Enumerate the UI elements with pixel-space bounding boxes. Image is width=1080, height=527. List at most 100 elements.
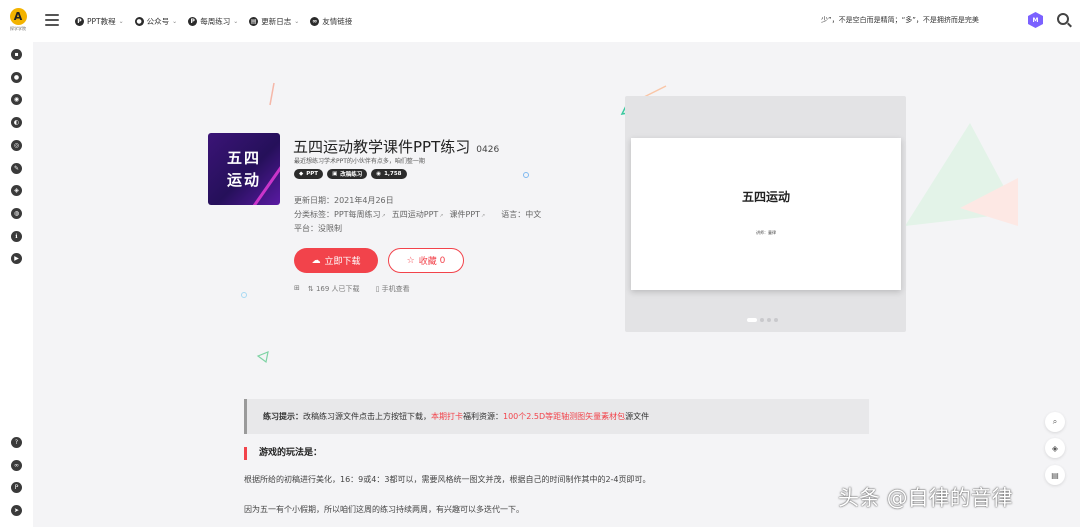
category-link-0[interactable]: PPT每周练习↗	[334, 210, 386, 219]
search-float-icon[interactable]: ⌕	[1045, 412, 1065, 432]
badge-0[interactable]: ◆ PPT	[294, 169, 324, 179]
product-cover[interactable]: 五四 运动	[208, 133, 280, 205]
slide-title: 五四运动	[741, 190, 790, 204]
tip-resource-link[interactable]: 100个2.5D等距轴测图矢量素材包	[503, 411, 625, 422]
badge-icon: ◆	[299, 171, 304, 177]
category-link-1[interactable]: 五四运动PPT↗	[392, 210, 444, 219]
mobile-view-text: 手机查看	[381, 285, 410, 293]
badge-icon: ◉	[376, 171, 382, 177]
external-link-icon: ↗	[439, 213, 444, 219]
user-icon[interactable]: ●	[11, 71, 22, 83]
tip-mid: 福利资源：	[463, 412, 503, 421]
tip-checkin-link[interactable]: 本期打卡	[431, 411, 463, 422]
product-number: 0426	[476, 145, 500, 155]
badge-icon: ▣	[332, 171, 338, 177]
nav-item-4[interactable]: ∞ 友情链接	[310, 16, 352, 27]
section-heading: 游戏的玩法是：	[244, 447, 322, 460]
category-label: 分类标签：	[294, 210, 334, 219]
download-label: 立即下载	[324, 257, 361, 267]
category-text: 五四运动PPT	[391, 210, 439, 219]
main-nav: P PPT教程 ⌄ ● 公众号 ⌄ P 每周练习 ⌄ ▤ 更新日志 ⌄ ∞ 友情链接	[75, 0, 363, 42]
user-hex-icon[interactable]: M	[1028, 12, 1043, 28]
cover-line-1: 五四	[226, 149, 261, 167]
palette-icon[interactable]: ◍	[11, 207, 22, 219]
practice-icon: P	[188, 16, 198, 26]
carousel-dot[interactable]	[760, 318, 764, 322]
site-logo[interactable]: A 探学学院	[8, 8, 28, 36]
download-count-text: 169 人已下载	[315, 285, 360, 293]
search-icon[interactable]	[1057, 13, 1069, 25]
update-date: 2021年4月26日	[334, 196, 394, 205]
category-text: 课件PPT	[449, 210, 481, 219]
compass-icon[interactable]: ◉	[11, 94, 22, 106]
cover-line-2: 运动	[226, 171, 261, 189]
badge-label: PPT	[306, 171, 319, 177]
wechat-icon: ●	[134, 16, 144, 26]
platform-label: 平台：	[294, 224, 318, 233]
platform-row: 平台：没限制	[294, 223, 342, 234]
carousel-dot[interactable]	[747, 318, 757, 322]
globe-icon[interactable]: ◐	[11, 117, 22, 129]
nav-item-2[interactable]: P 每周练习 ⌄	[188, 16, 238, 27]
nav-label: 每周练习	[200, 16, 231, 26]
chevron-down-icon: ⌄	[118, 17, 124, 25]
star-icon: ☆	[406, 255, 415, 266]
external-link-icon: ↗	[481, 213, 486, 219]
list-icon[interactable]: ▤	[1045, 465, 1065, 485]
nav-label: 公众号	[146, 16, 170, 26]
deco-dot	[523, 172, 529, 178]
chevron-down-icon: ⌄	[233, 17, 239, 25]
badge-1[interactable]: ▣ 改稿练习	[327, 169, 368, 179]
platform-value: 没限制	[318, 224, 342, 233]
left-sidebar: ▪ ● ◉ ◐ ◎ ✎ ◈ ◍ ℹ ▶? ∞ P ➤	[0, 42, 33, 527]
badge-2[interactable]: ◉ 1,758	[371, 169, 407, 179]
language-value: 中文	[525, 210, 542, 219]
deco-small-triangle	[256, 351, 269, 364]
category-link-2[interactable]: 课件PPT↗	[450, 210, 486, 219]
nav-item-3[interactable]: ▤ 更新日志 ⌄	[249, 16, 299, 27]
link-icon: ∞	[310, 16, 320, 26]
logo-mark: A	[9, 8, 27, 25]
product-title-row: 五四运动教学课件PPT练习 0426	[293, 136, 499, 157]
record-icon[interactable]: ◎	[11, 139, 22, 151]
product-title: 五四运动教学课件PPT练习	[293, 138, 471, 156]
tip-prefix: 练习提示：	[263, 412, 303, 421]
language-label: 语言：	[501, 210, 526, 219]
menu-icon[interactable]	[45, 14, 59, 26]
wrench-icon[interactable]: ✎	[11, 162, 22, 174]
nav-label: 友情链接	[322, 16, 353, 26]
preview-carousel[interactable]: 五四运动 讲师：童律	[625, 96, 906, 332]
info-icon[interactable]: ℹ	[11, 230, 22, 242]
share-icon[interactable]: ⊞	[294, 284, 300, 294]
product-stats: ⊞ ⇅ 169 人已下载 ▯ 手机查看	[294, 284, 426, 294]
nav-item-0[interactable]: P PPT教程 ⌄	[75, 16, 124, 27]
nav-label: PPT教程	[87, 16, 116, 26]
tip-text: 改稿练习源文件点击上方按钮下载，	[303, 412, 431, 421]
carousel-dot[interactable]	[774, 318, 778, 322]
top-bar: A 探学学院 P PPT教程 ⌄ ● 公众号 ⌄ P 每周练习 ⌄ ▤ 更新日志 ⌄ ∞ 友情链接 少”，…	[0, 0, 1080, 42]
p-icon[interactable]: P	[11, 482, 22, 493]
chevron-down-icon: ⌄	[172, 17, 178, 25]
mobile-view[interactable]: ▯ 手机查看	[376, 284, 418, 294]
video-icon[interactable]: ▶	[11, 253, 22, 265]
tag-icon[interactable]: ◈	[1045, 438, 1065, 458]
send-icon[interactable]: ➤	[11, 504, 22, 516]
log-icon: ▤	[249, 16, 259, 26]
external-link-icon: ↗	[381, 213, 386, 219]
nav-item-1[interactable]: ● 公众号 ⌄	[134, 16, 178, 27]
carousel-dot[interactable]	[767, 318, 771, 322]
product-badges: ◆ PPT ▣ 改稿练习 ◉ 1,758	[294, 169, 411, 179]
chevron-down-icon: ⌄	[294, 17, 300, 25]
help-icon[interactable]: ?	[11, 437, 22, 448]
link-icon[interactable]: ∞	[11, 459, 22, 471]
shield-icon[interactable]: ◈	[11, 185, 22, 197]
paragraph-1: 根据所给的初稿进行美化，16：9或4：3都可以，需要风格统一图文并茂，根据自己的…	[244, 475, 651, 484]
practice-tip: 练习提示： 改稿练习源文件点击上方按钮下载， 本期打卡 福利资源： 100个2.…	[244, 399, 869, 434]
chat-icon[interactable]: ▪	[11, 49, 22, 60]
favorite-count: 0	[439, 255, 446, 266]
deco-big-triangle	[905, 123, 1018, 226]
download-button[interactable]: ☁ 立即下载	[294, 248, 378, 273]
favorite-button[interactable]: ☆ 收藏 0	[388, 248, 464, 273]
deco-dot-2	[241, 292, 247, 298]
product-subtitle: 最近想练习学术PPT的小伙伴有点多，咱们整一期	[294, 158, 425, 165]
